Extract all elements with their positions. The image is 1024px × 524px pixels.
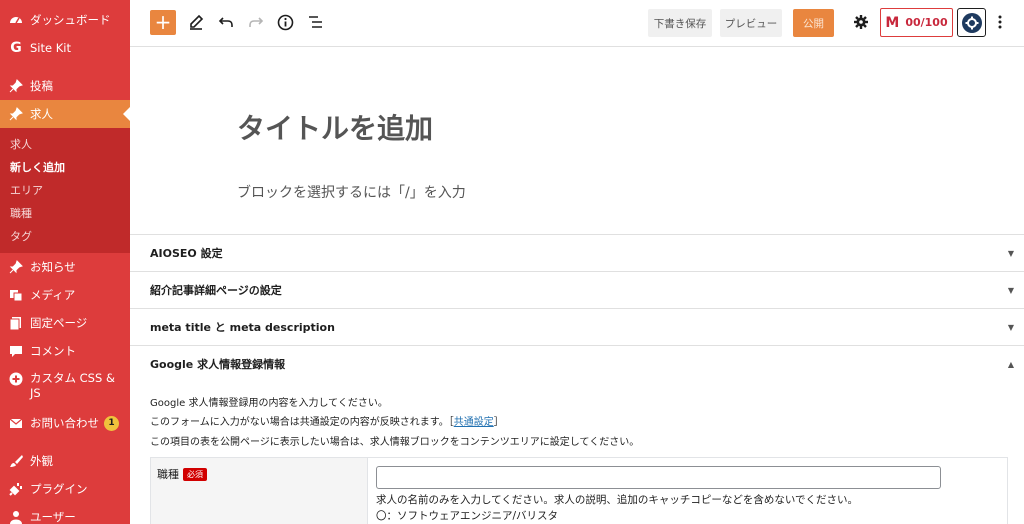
- submenu-item-job-type[interactable]: 職種: [0, 201, 130, 224]
- sidebar-item-label: メディア: [30, 288, 76, 302]
- seo-score-button[interactable]: M 00/100: [880, 8, 953, 37]
- plus-circle-icon: [8, 371, 24, 387]
- job-panel-instruction: この項目の表を公開ページに表示したい場合は、求人情報ブロックをコンテンツエリアに…: [150, 437, 640, 448]
- notification-badge: 1: [104, 415, 119, 431]
- preview-button[interactable]: プレビュー: [720, 9, 782, 37]
- gear-icon[interactable]: [851, 12, 871, 32]
- redo-icon[interactable]: [246, 12, 266, 32]
- undo-icon[interactable]: [216, 12, 236, 32]
- panel-toggle-aioseo[interactable]: AIOSEO 設定 ▼: [130, 235, 1024, 271]
- sidebar-item-label: ダッシュボード: [30, 13, 111, 27]
- sidebar-item-appearance[interactable]: 外観: [0, 447, 130, 475]
- aioseo-settings-button[interactable]: [957, 8, 986, 37]
- sidebar-item-contact[interactable]: お問い合わせ 1: [0, 409, 130, 437]
- sidebar-item-pages[interactable]: 固定ページ: [0, 309, 130, 337]
- sidebar-item-dashboard[interactable]: ダッシュボード: [0, 6, 130, 34]
- job-panel-note: このフォームに入力がない場合は共通設定の内容が反映されます。［共通設定］: [150, 413, 504, 428]
- panel-toggle-google-job[interactable]: Google 求人情報登録情報 ▲: [130, 346, 1024, 382]
- panel-toggle-feature-detail[interactable]: 紹介記事詳細ページの設定 ▼: [130, 272, 1024, 308]
- seo-score-value: 00/100: [905, 16, 948, 29]
- field-label-text: 職種: [157, 468, 179, 481]
- publish-button[interactable]: 公開: [793, 9, 834, 37]
- job-type-input[interactable]: [376, 466, 941, 489]
- field-example-text: 〇：ソフトウェアエンジニア/バリスタ: [376, 510, 559, 522]
- common-settings-link[interactable]: 共通設定: [454, 417, 494, 428]
- comment-icon: [8, 343, 24, 359]
- sidebar-item-label: 外観: [30, 454, 53, 468]
- aioseo-icon: [961, 12, 982, 33]
- pencil-icon[interactable]: [186, 12, 206, 32]
- sidebar-item-label: 投稿: [30, 79, 53, 93]
- note-text-end: ］: [493, 417, 504, 428]
- field-help-text: 求人の名前のみを入力してください。求人の説明、追加のキャッチコピーなどを含めない…: [376, 494, 859, 506]
- sidebar-item-comments[interactable]: コメント: [0, 337, 130, 365]
- sidebar-item-label: お知らせ: [30, 260, 76, 274]
- sidebar-item-label: 求人: [30, 107, 53, 121]
- more-options-icon[interactable]: [990, 12, 1010, 32]
- page-icon: [8, 315, 24, 331]
- user-icon: [8, 509, 24, 524]
- submenu-item-tags[interactable]: タグ: [0, 224, 130, 247]
- sidebar-item-label: Site Kit: [30, 41, 71, 55]
- editor-canvas: タイトルを追加 ブロックを選択するには「/」を入力 AIOSEO 設定 ▼ 紹介…: [130, 47, 1024, 524]
- job-form-table: 職種 必須 求人の名前のみを入力してください。求人の説明、追加のキャッチコピーなど…: [150, 457, 1008, 524]
- note-text: このフォームに入力がない場合は共通設定の内容が反映されます。［: [150, 417, 454, 428]
- sidebar-item-jobs[interactable]: 求人: [0, 100, 130, 128]
- block-appender[interactable]: ブロックを選択するには「/」を入力: [237, 182, 466, 202]
- pin-icon: [8, 259, 24, 275]
- sidebar-item-label: プラグイン: [30, 482, 88, 496]
- submenu-item-area[interactable]: エリア: [0, 178, 130, 201]
- sidebar-item-label: ユーザー: [30, 510, 76, 524]
- sidebar-item-label: コメント: [30, 344, 76, 358]
- add-block-button[interactable]: +: [150, 10, 176, 35]
- caret-down-icon: ▼: [1007, 285, 1014, 295]
- brush-icon: [8, 453, 24, 469]
- caret-down-icon: ▼: [1007, 248, 1014, 258]
- plugin-icon: [8, 481, 24, 497]
- submenu-item-all-jobs[interactable]: 求人: [0, 132, 130, 155]
- save-draft-button[interactable]: 下書き保存: [648, 9, 712, 37]
- caret-up-icon: ▲: [1007, 359, 1014, 369]
- editor-toolbar: + 下書き保存 プレビュー 公開 M 00/100: [130, 0, 1024, 47]
- panel-meta-title-description: meta title と meta description ▼: [130, 308, 1024, 345]
- info-icon[interactable]: [275, 12, 295, 32]
- sidebar-item-plugins[interactable]: プラグイン: [0, 475, 130, 503]
- seo-score-mark: M: [885, 14, 900, 31]
- panel-title: 紹介記事詳細ページの設定: [150, 284, 282, 297]
- pin-icon: [8, 78, 24, 94]
- pin-icon: [8, 106, 24, 122]
- sidebar-item-users[interactable]: ユーザー: [0, 503, 130, 524]
- sidebar-item-site-kit[interactable]: G Site Kit: [0, 34, 130, 62]
- admin-sidebar: ダッシュボード G Site Kit 投稿 求人 求人 新しく追加 エリア 職種…: [0, 0, 130, 524]
- google-g-icon: G: [10, 40, 22, 56]
- media-icon: [8, 287, 24, 303]
- job-panel-description: Google 求人情報登録用の内容を入力してください。: [150, 398, 388, 409]
- panel-title: Google 求人情報登録情報: [150, 358, 286, 371]
- sidebar-item-custom-css-js[interactable]: カスタム CSS & JS: [0, 365, 130, 407]
- panel-title: meta title と meta description: [150, 321, 335, 334]
- sidebar-item-label: お問い合わせ: [30, 416, 99, 430]
- required-badge: 必須: [183, 468, 207, 481]
- sidebar-item-news[interactable]: お知らせ: [0, 253, 130, 281]
- submenu-item-add-new[interactable]: 新しく追加: [0, 155, 130, 178]
- jobs-submenu: 求人 新しく追加 エリア 職種 タグ: [0, 128, 130, 253]
- panel-toggle-meta[interactable]: meta title と meta description ▼: [130, 309, 1024, 345]
- panel-feature-detail-settings: 紹介記事詳細ページの設定 ▼: [130, 271, 1024, 308]
- field-label-job-type: 職種 必須: [151, 458, 368, 524]
- mail-icon: [8, 415, 24, 431]
- panel-google-job-info: Google 求人情報登録情報 ▲: [130, 345, 1024, 382]
- sidebar-item-label: カスタム CSS & JS: [30, 371, 115, 400]
- post-title-input[interactable]: タイトルを追加: [237, 107, 433, 147]
- sidebar-item-media[interactable]: メディア: [0, 281, 130, 309]
- sidebar-item-posts[interactable]: 投稿: [0, 72, 130, 100]
- dashboard-icon: [8, 12, 24, 28]
- sidebar-item-label: 固定ページ: [30, 316, 88, 330]
- caret-down-icon: ▼: [1007, 322, 1014, 332]
- panel-aioseo-settings: AIOSEO 設定 ▼: [130, 234, 1024, 271]
- panel-title: AIOSEO 設定: [150, 247, 223, 260]
- list-view-icon[interactable]: [305, 12, 325, 32]
